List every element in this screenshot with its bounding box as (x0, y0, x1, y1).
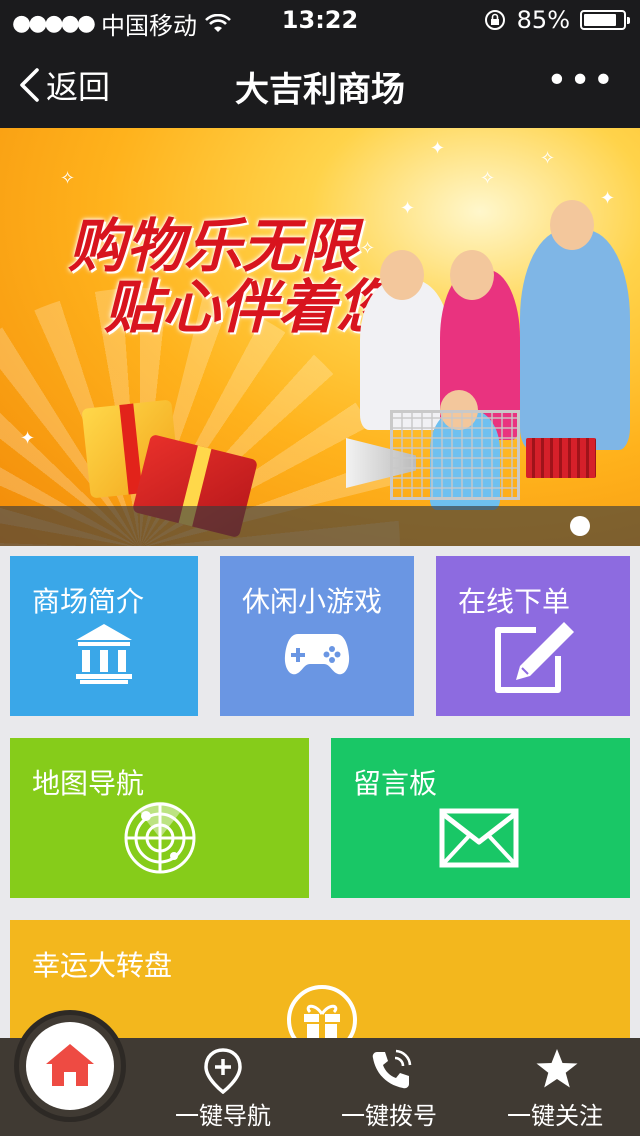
tile-label: 幸运大转盘 (32, 949, 173, 982)
one-click-dial-button[interactable]: 一键拨号 (314, 1044, 464, 1132)
one-click-navigation-button[interactable]: 一键导航 (148, 1044, 298, 1132)
battery-cap (627, 17, 630, 24)
home-icon (46, 1044, 94, 1086)
tile-label: 留言板 (353, 767, 438, 800)
mail-icon (439, 808, 519, 868)
banner-pagination (0, 506, 640, 546)
bottom-item-label: 一键导航 (175, 1102, 271, 1130)
status-right: 85% (483, 6, 630, 34)
building-icon (76, 624, 132, 684)
battery-percent: 85% (516, 6, 570, 34)
radar-icon (124, 801, 196, 874)
promo-banner[interactable]: ✦ ✧ ✦ ✧ ✦ ✧ ✦ ✧ ✧ 购物乐无限 贴心伴着您 (0, 128, 640, 546)
page-title: 大吉利商场 (235, 70, 405, 110)
status-bar: ●●●●● 中国移动 13:22 85% (0, 0, 640, 40)
home-button[interactable] (26, 1022, 114, 1110)
star-icon (536, 1049, 578, 1088)
pagination-dot-active[interactable] (570, 516, 590, 536)
rotation-lock-icon (484, 10, 505, 30)
one-click-follow-button[interactable]: 一键关注 (480, 1044, 630, 1132)
tile-label: 在线下单 (458, 585, 571, 618)
more-button[interactable]: ••• (546, 60, 616, 101)
bottom-item-label: 一键拨号 (341, 1102, 437, 1130)
location-plus-icon (204, 1048, 242, 1094)
bottom-item-label: 一键关注 (507, 1102, 603, 1130)
battery-icon (580, 10, 630, 30)
edit-icon (495, 622, 574, 693)
tile-label: 地图导航 (32, 767, 145, 800)
battery-fill (584, 14, 617, 26)
tile-label: 休闲小游戏 (242, 585, 383, 618)
tile-casual-games[interactable]: 休闲小游戏 (220, 556, 414, 716)
tile-online-order[interactable]: 在线下单 (436, 556, 630, 716)
phone-icon (372, 1049, 412, 1089)
tile-map-navigation[interactable]: 地图导航 (10, 738, 309, 898)
tile-message-board[interactable]: 留言板 (331, 738, 630, 898)
tile-mall-intro[interactable]: 商场简介 (10, 556, 198, 716)
shopping-cart-image (390, 410, 520, 500)
nav-bar: 返回 大吉利商场 ••• (0, 40, 640, 128)
tile-label: 商场简介 (32, 585, 145, 618)
gamepad-icon (284, 634, 350, 675)
shopping-basket-image (526, 438, 596, 478)
